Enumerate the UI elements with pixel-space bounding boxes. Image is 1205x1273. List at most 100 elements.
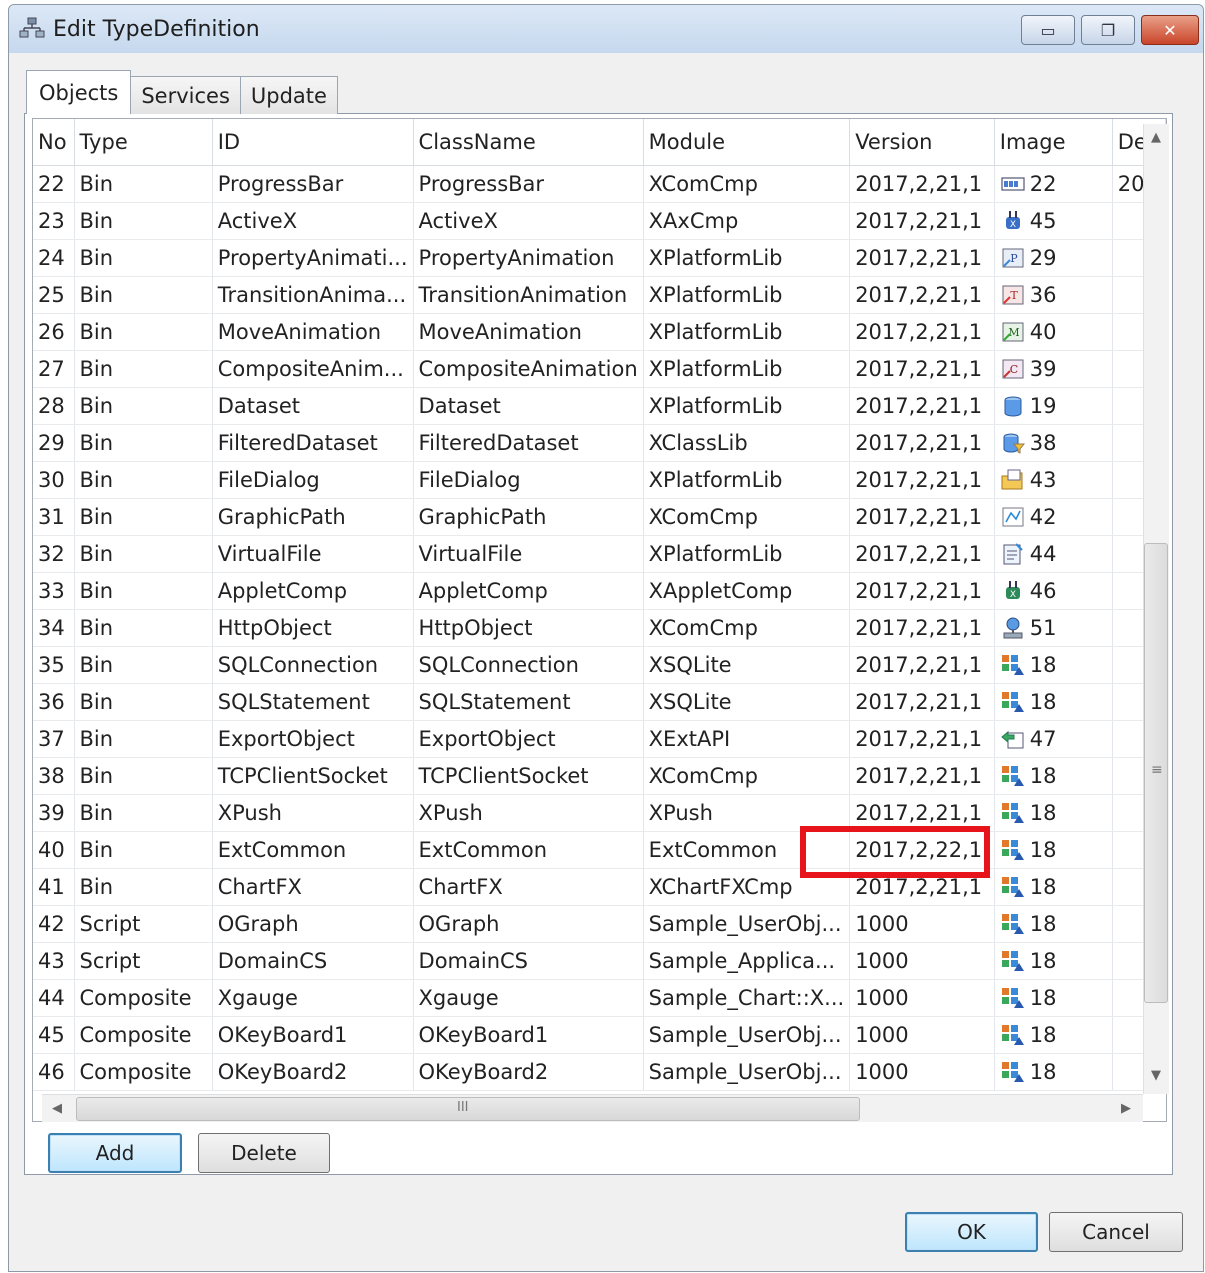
add-button[interactable]: Add: [48, 1133, 182, 1173]
cell-classname: CompositeAnimation: [413, 350, 644, 388]
minimize-button[interactable]: ▭: [1021, 15, 1075, 45]
scroll-left-arrow-icon[interactable]: ◀: [52, 1101, 62, 1116]
image-cell-content: T 36: [1000, 283, 1107, 307]
table-row[interactable]: 22 Bin ProgressBar ProgressBar XComCmp 2017,2…: [33, 165, 1166, 203]
cell-image: M 40: [994, 313, 1113, 351]
tab-objects[interactable]: Objects: [26, 70, 132, 114]
composite-animation-icon: C: [1002, 359, 1024, 378]
image-cell-content: 18: [1000, 1060, 1107, 1084]
table-row[interactable]: 26 Bin MoveAnimation MoveAnimation XPlatform…: [33, 313, 1166, 351]
cancel-button[interactable]: Cancel: [1049, 1212, 1183, 1252]
table-row[interactable]: 40 Bin ExtCommon ExtCommon ExtCommon 2017,2,2…: [33, 831, 1166, 869]
cell-id: XPush: [212, 794, 414, 832]
scroll-down-arrow-icon[interactable]: ▼: [1151, 1068, 1161, 1083]
tab-update[interactable]: Update: [239, 76, 338, 114]
column-header-type[interactable]: Type: [74, 119, 213, 166]
cell-type: Bin: [74, 646, 213, 684]
title-bar[interactable]: Edit TypeDefinition ▭ ❐ ✕: [9, 5, 1203, 53]
image-cell-content: 42: [1000, 505, 1107, 529]
cell-module: XPush: [643, 794, 851, 832]
image-index: 18: [1029, 911, 1057, 936]
svg-text:T: T: [1010, 289, 1018, 302]
cell-id: MoveAnimation: [212, 313, 414, 351]
scroll-right-arrow-icon[interactable]: ▶: [1121, 1101, 1131, 1116]
cell-image: 18: [994, 757, 1113, 795]
table-row[interactable]: 24 Bin PropertyAnimati... PropertyAnimation…: [33, 239, 1166, 277]
cell-module: XPlatformLib: [643, 276, 851, 314]
table-row[interactable]: 39 Bin XPush XPush XPush 2017,2,21,1 18: [33, 794, 1166, 832]
cell-id: SQLConnection: [212, 646, 414, 684]
image-index: 19: [1029, 393, 1057, 418]
cell-version: 1000: [849, 942, 995, 980]
maximize-button[interactable]: ❐: [1081, 15, 1135, 45]
image-cell-content: 18: [1000, 986, 1107, 1010]
cell-module: XComCmp: [643, 757, 851, 795]
cell-image: X 46: [994, 572, 1113, 610]
column-header-no[interactable]: No: [33, 119, 75, 166]
cell-type: Bin: [74, 461, 213, 499]
cell-type: Script: [74, 905, 213, 943]
table-row[interactable]: 33 Bin AppletComp AppletComp XAppletComp 2017…: [33, 572, 1166, 610]
cell-image: 18: [994, 646, 1113, 684]
cell-version: 2017,2,21,1: [849, 165, 995, 203]
table-row[interactable]: 41 Bin ChartFX ChartFX XChartFXCmp 2017,2,21,…: [33, 868, 1166, 906]
horizontal-scroll-thumb[interactable]: III: [76, 1097, 860, 1121]
scroll-up-arrow-icon[interactable]: ▲: [1151, 130, 1161, 145]
cell-image: 18: [994, 683, 1113, 721]
cell-classname: AppletComp: [413, 572, 644, 610]
delete-button[interactable]: Delete: [198, 1133, 330, 1173]
close-button[interactable]: ✕: [1141, 15, 1199, 45]
table-row[interactable]: 25 Bin TransitionAnima... TransitionAnimati…: [33, 276, 1166, 314]
cell-no: 30: [33, 461, 75, 499]
cell-no: 33: [33, 572, 75, 610]
column-header-image[interactable]: Image: [994, 119, 1113, 166]
table-row[interactable]: 43 Script DomainCS DomainCS Sample_Applica..…: [33, 942, 1166, 980]
table-row[interactable]: 37 Bin ExportObject ExportObject XExtAPI 2017…: [33, 720, 1166, 758]
table-row[interactable]: 45 Composite OKeyBoard1 OKeyBoard1 Sample_Us…: [33, 1016, 1166, 1054]
column-header-version[interactable]: Version: [849, 119, 995, 166]
table-row[interactable]: 27 Bin CompositeAnim... CompositeAnimation X…: [33, 350, 1166, 388]
cell-classname: HttpObject: [413, 609, 644, 647]
cell-id: ProgressBar: [212, 165, 414, 203]
cell-module: XAxCmp: [643, 202, 851, 240]
objects-table: No Type ID ClassName Module Version Imag…: [33, 119, 1166, 1091]
cell-id: ActiveX: [212, 202, 414, 240]
ok-button[interactable]: OK: [905, 1212, 1038, 1252]
cell-type: Bin: [74, 572, 213, 610]
cell-version: 2017,2,21,1: [849, 794, 995, 832]
table-row[interactable]: 23 Bin ActiveX ActiveX XAxCmp 2017,2,21,1 X 45: [33, 202, 1166, 240]
property-animation-icon: P: [1002, 248, 1024, 267]
table-row[interactable]: 34 Bin HttpObject HttpObject XComCmp 2017,2,2…: [33, 609, 1166, 647]
table-row[interactable]: 29 Bin FilteredDataset FilteredDataset XClas…: [33, 424, 1166, 462]
table-row[interactable]: 36 Bin SQLStatement SQLStatement XSQLite 2017…: [33, 683, 1166, 721]
column-header-id[interactable]: ID: [212, 119, 414, 166]
table-row[interactable]: 42 Script OGraph OGraph Sample_UserObj... 100…: [33, 905, 1166, 943]
component-icon: [1001, 765, 1024, 786]
table-row[interactable]: 46 Composite OKeyBoard2 OKeyBoard2 Sample_Us…: [33, 1053, 1166, 1091]
cell-module: Sample_UserObj...: [643, 1053, 851, 1091]
column-header-module[interactable]: Module: [643, 119, 851, 166]
table-row[interactable]: 28 Bin Dataset Dataset XPlatformLib 2017,2,21…: [33, 387, 1166, 425]
table-row[interactable]: 38 Bin TCPClientSocket TCPClientSocket XComC…: [33, 757, 1166, 795]
table-row[interactable]: 35 Bin SQLConnection SQLConnection XSQLite 20…: [33, 646, 1166, 684]
vertical-scroll-thumb[interactable]: ≡: [1144, 543, 1168, 1003]
cell-id: PropertyAnimati...: [212, 239, 414, 277]
image-index: 18: [1029, 1059, 1057, 1084]
table-row[interactable]: 44 Composite Xgauge Xgauge Sample_Chart::X..…: [33, 979, 1166, 1017]
column-header-classname[interactable]: ClassName: [413, 119, 644, 166]
image-cell-content: 22: [1000, 172, 1107, 196]
component-icon: [1001, 1061, 1024, 1082]
cell-image: 18: [994, 868, 1113, 906]
maximize-icon: ❐: [1100, 20, 1116, 40]
table-row[interactable]: 31 Bin GraphicPath GraphicPath XComCmp 2017,2…: [33, 498, 1166, 536]
table-row[interactable]: 32 Bin VirtualFile VirtualFile XPlatformLib 2…: [33, 535, 1166, 573]
cell-image: 18: [994, 1016, 1113, 1054]
cell-version: 2017,2,21,1: [849, 350, 995, 388]
table-row[interactable]: 30 Bin FileDialog FileDialog XPlatformLib 201…: [33, 461, 1166, 499]
tab-services[interactable]: Services: [130, 76, 241, 114]
cell-classname: DomainCS: [413, 942, 644, 980]
image-index: 29: [1029, 245, 1057, 270]
cell-module: Sample_UserObj...: [643, 1016, 851, 1054]
cell-no: 40: [33, 831, 75, 869]
image-cell-content: 18: [1000, 801, 1107, 825]
